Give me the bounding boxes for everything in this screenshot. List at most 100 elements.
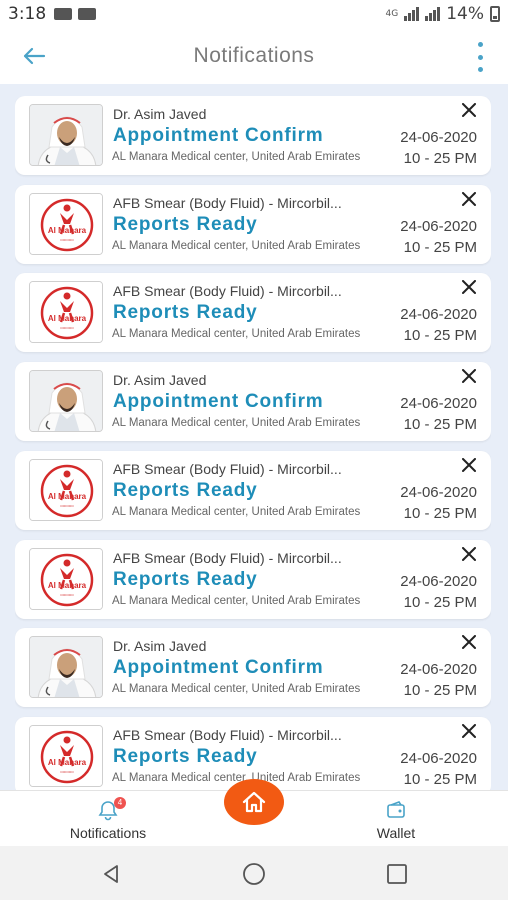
notification-date: 24-06-2020 <box>400 395 477 412</box>
nav-wallet-label: Wallet <box>376 825 416 841</box>
notification-sender: AFB Smear (Body Fluid) - Mircorbil... <box>113 195 342 211</box>
svg-text:Al Manara: Al Manara <box>48 314 87 323</box>
notification-title: Reports Ready <box>113 214 258 235</box>
close-icon <box>462 723 476 743</box>
notification-card[interactable]: Al Manara ••••••••••• AFB Smear (Body Flui… <box>15 540 491 619</box>
notification-date: 24-06-2020 <box>400 129 477 146</box>
notification-card[interactable]: Al Manara ••••••••••• AFB Smear (Body Flui… <box>15 185 491 264</box>
notification-title: Reports Ready <box>113 302 258 323</box>
notification-sender: Dr. Asim Javed <box>113 638 207 654</box>
svg-text:Al Manara: Al Manara <box>48 492 87 501</box>
status-right: 4G 14% <box>385 4 500 24</box>
app-header: Notifications <box>0 28 508 84</box>
notification-date: 24-06-2020 <box>400 750 477 767</box>
notification-sender: Dr. Asim Javed <box>113 106 207 122</box>
network-type: 4G <box>385 8 399 19</box>
notification-sender: AFB Smear (Body Fluid) - Mircorbil... <box>113 461 342 477</box>
nav-wallet[interactable]: Wallet <box>356 799 436 841</box>
notification-date: 24-06-2020 <box>400 484 477 501</box>
hospital-logo: Al Manara ••••••••••• <box>29 193 103 255</box>
hospital-logo: Al Manara ••••••••••• <box>29 725 103 787</box>
notification-time: 10 - 25 PM <box>403 594 477 611</box>
notification-date: 24-06-2020 <box>400 218 477 235</box>
battery-percent: 14% <box>446 4 484 24</box>
svg-text:•••••••••••: ••••••••••• <box>60 593 74 597</box>
home-icon <box>242 791 266 813</box>
notification-sender: AFB Smear (Body Fluid) - Mircorbil... <box>113 550 342 566</box>
notification-badge: 4 <box>114 797 126 809</box>
doctor-avatar <box>29 104 103 166</box>
dismiss-button[interactable] <box>459 191 479 211</box>
back-button[interactable] <box>18 40 50 72</box>
notification-time: 10 - 25 PM <box>403 416 477 433</box>
notification-title: Reports Ready <box>113 569 258 590</box>
notification-location: AL Manara Medical center, United Arab Em… <box>112 417 361 429</box>
notification-title: Appointment Confirm <box>113 125 324 146</box>
notification-time: 10 - 25 PM <box>403 150 477 167</box>
notification-location: AL Manara Medical center, United Arab Em… <box>112 683 361 695</box>
notification-card[interactable]: Dr. Asim Javed Appointment Confirm AL Mana… <box>15 362 491 441</box>
notification-card[interactable]: Al Manara ••••••••••• AFB Smear (Body Flui… <box>15 451 491 530</box>
system-recents-button[interactable] <box>383 860 411 888</box>
status-bar: 3:18 4G 14% <box>0 0 508 28</box>
notification-time: 10 - 25 PM <box>403 505 477 522</box>
dismiss-button[interactable] <box>459 546 479 566</box>
notification-card[interactable]: Dr. Asim Javed Appointment Confirm AL Mana… <box>15 96 491 175</box>
system-back-button[interactable] <box>97 860 125 888</box>
notification-list[interactable]: Dr. Asim Javed Appointment Confirm AL Mana… <box>15 96 491 790</box>
svg-text:•••••••••••: ••••••••••• <box>60 770 74 774</box>
notification-location: AL Manara Medical center, United Arab Em… <box>112 328 361 340</box>
svg-text:Al Manara: Al Manara <box>48 581 87 590</box>
notification-card[interactable]: Dr. Asim Javed Appointment Confirm AL Mana… <box>15 628 491 707</box>
signal-icon <box>404 7 420 21</box>
close-icon <box>462 546 476 566</box>
dot <box>477 42 483 47</box>
close-icon <box>462 368 476 388</box>
square-recents-icon <box>387 864 407 884</box>
system-home-button[interactable] <box>240 860 268 888</box>
notification-location: AL Manara Medical center, United Arab Em… <box>112 151 361 163</box>
close-icon <box>462 102 476 122</box>
notification-date: 24-06-2020 <box>400 661 477 678</box>
dismiss-button[interactable] <box>459 634 479 654</box>
circle-home-icon <box>243 863 265 885</box>
close-icon <box>462 634 476 654</box>
notification-card[interactable]: Al Manara ••••••••••• AFB Smear (Body Flui… <box>15 273 491 352</box>
nav-notifications-label: Notifications <box>69 825 147 841</box>
svg-text:•••••••••••: ••••••••••• <box>60 238 74 242</box>
video-icon <box>78 8 97 20</box>
nav-notifications[interactable]: 4 Notifications <box>58 797 158 841</box>
hospital-logo: Al Manara ••••••••••• <box>29 548 103 610</box>
notification-sender: Dr. Asim Javed <box>113 372 207 388</box>
dot <box>477 67 483 72</box>
dismiss-button[interactable] <box>459 279 479 299</box>
page-title: Notifications <box>193 44 315 67</box>
wallet-icon <box>387 801 405 818</box>
svg-text:•••••••••••: ••••••••••• <box>60 326 74 330</box>
notification-date: 24-06-2020 <box>400 306 477 323</box>
notification-time: 10 - 25 PM <box>403 682 477 699</box>
home-button[interactable] <box>224 779 284 825</box>
notification-time: 10 - 25 PM <box>403 327 477 344</box>
doctor-avatar <box>29 636 103 698</box>
battery-icon <box>490 6 500 22</box>
notification-location: AL Manara Medical center, United Arab Em… <box>112 595 361 607</box>
close-icon <box>462 191 476 211</box>
close-icon <box>462 457 476 477</box>
notification-date: 24-06-2020 <box>400 573 477 590</box>
dismiss-button[interactable] <box>459 102 479 122</box>
status-notification-icons <box>54 8 97 20</box>
arrow-left-icon <box>23 47 46 65</box>
dismiss-button[interactable] <box>459 723 479 743</box>
svg-text:Al Manara: Al Manara <box>48 226 87 235</box>
notification-time: 10 - 25 PM <box>403 771 477 788</box>
system-nav-bar <box>0 846 508 900</box>
notification-location: AL Manara Medical center, United Arab Em… <box>112 240 361 252</box>
dismiss-button[interactable] <box>459 368 479 388</box>
dismiss-button[interactable] <box>459 457 479 477</box>
hospital-logo: Al Manara ••••••••••• <box>29 281 103 343</box>
notification-sender: AFB Smear (Body Fluid) - Mircorbil... <box>113 727 342 743</box>
notification-sender: AFB Smear (Body Fluid) - Mircorbil... <box>113 283 342 299</box>
more-menu-button[interactable] <box>474 42 486 72</box>
notification-time: 10 - 25 PM <box>403 239 477 256</box>
